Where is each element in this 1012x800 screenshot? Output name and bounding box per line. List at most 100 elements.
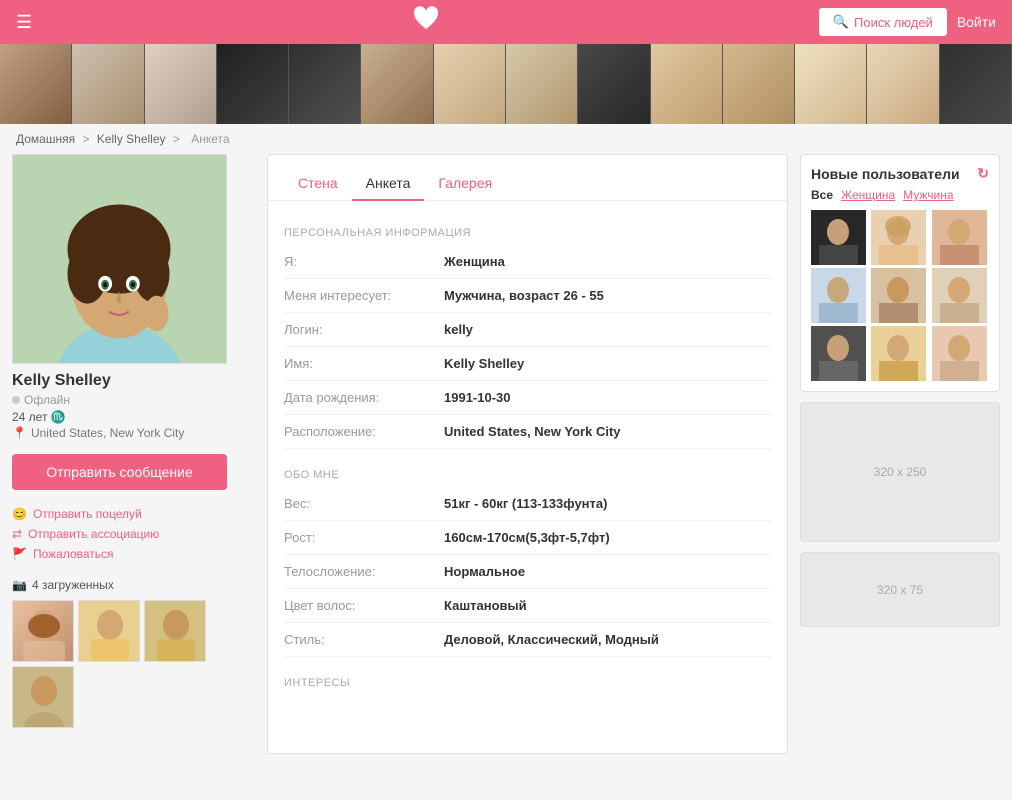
- new-user-thumb-7[interactable]: [811, 326, 866, 381]
- send-message-button[interactable]: Отправить сообщение: [12, 454, 227, 490]
- strip-photo-7[interactable]: [434, 44, 506, 124]
- interest-label: Меня интересует:: [284, 288, 444, 303]
- action-links: 😊 Отправить поцелуй ⇄ Отправить ассоциац…: [12, 504, 255, 564]
- new-user-thumb-3[interactable]: [932, 210, 987, 265]
- tab-profile[interactable]: Анкета: [352, 167, 425, 201]
- login-label: Логин:: [284, 322, 444, 337]
- user-age-sign: 24 лет ♏: [12, 410, 255, 424]
- location-icon: 📍: [12, 426, 27, 440]
- send-kiss-link[interactable]: 😊 Отправить поцелуй: [12, 504, 255, 524]
- tab-gallery[interactable]: Галерея: [424, 167, 506, 201]
- location-value: United States, New York City: [444, 424, 621, 439]
- new-user-thumb-1[interactable]: [811, 210, 866, 265]
- ad-small-label: 320 x 75: [877, 583, 923, 597]
- new-user-thumb-8[interactable]: [871, 326, 926, 381]
- location-text: United States, New York City: [31, 426, 184, 440]
- photo-thumb-2[interactable]: [78, 600, 140, 662]
- strip-photo-10[interactable]: [651, 44, 723, 124]
- menu-icon[interactable]: ☰: [16, 12, 32, 33]
- photos-section: 📷 4 загруженных: [12, 578, 255, 728]
- tab-wall[interactable]: Стена: [284, 167, 352, 201]
- complain-link[interactable]: 🚩 Пожаловаться: [12, 544, 255, 564]
- main-layout: Kelly Shelley Офлайн 24 лет ♏ 📍 United S…: [0, 154, 1012, 754]
- new-user-thumb-2[interactable]: [871, 210, 926, 265]
- new-user-thumb-6[interactable]: [932, 268, 987, 323]
- interest-row: Меня интересует: Мужчина, возраст 26 - 5…: [284, 279, 771, 313]
- birthday-value: 1991-10-30: [444, 390, 511, 405]
- style-value: Деловой, Классический, Модный: [444, 632, 659, 647]
- birthday-row: Дата рождения: 1991-10-30: [284, 381, 771, 415]
- association-icon: ⇄: [12, 527, 22, 541]
- filter-female[interactable]: Женщина: [841, 188, 895, 202]
- strip-photo-8[interactable]: [506, 44, 578, 124]
- breadcrumb-sep1: >: [82, 132, 89, 146]
- header: ☰ 🔍 Поиск людей Войти: [0, 0, 1012, 44]
- filter-links: Все Женщина Мужчина: [811, 188, 989, 202]
- photo-thumbnails: [12, 600, 255, 728]
- photo-thumb-3[interactable]: [144, 600, 206, 662]
- name-value: Kelly Shelley: [444, 356, 524, 371]
- send-association-link[interactable]: ⇄ Отправить ассоциацию: [12, 524, 255, 544]
- left-column: Kelly Shelley Офлайн 24 лет ♏ 📍 United S…: [12, 154, 267, 754]
- ad-large-label: 320 x 250: [874, 465, 927, 479]
- height-row: Рост: 160см-170см(5,3фт-5,7фт): [284, 521, 771, 555]
- login-button[interactable]: Войти: [957, 14, 996, 30]
- strip-photo-1[interactable]: .: [0, 44, 72, 124]
- breadcrumb-user[interactable]: Kelly Shelley: [97, 132, 166, 146]
- new-users-grid: [811, 210, 989, 381]
- strip-photo-6[interactable]: [361, 44, 433, 124]
- user-name: Kelly Shelley: [12, 372, 255, 390]
- strip-photo-13[interactable]: [867, 44, 939, 124]
- strip-photo-14[interactable]: [940, 44, 1012, 124]
- strip-photo-12[interactable]: [795, 44, 867, 124]
- strip-photo-2[interactable]: [72, 44, 144, 124]
- new-users-header: Новые пользователи ↻: [811, 165, 989, 182]
- profile-content: ПЕРСОНАЛЬНАЯ ИНФОРМАЦИЯ Я: Женщина Меня …: [268, 201, 787, 711]
- height-value: 160см-170см(5,3фт-5,7фт): [444, 530, 610, 545]
- complain-label: Пожаловаться: [33, 547, 114, 561]
- style-row: Стиль: Деловой, Классический, Модный: [284, 623, 771, 657]
- login-row: Логин: kelly: [284, 313, 771, 347]
- search-icon: 🔍: [833, 14, 849, 30]
- photo-thumb-4[interactable]: [12, 666, 74, 728]
- birthday-label: Дата рождения:: [284, 390, 444, 405]
- strip-photo-9[interactable]: [578, 44, 650, 124]
- ad-small: 320 x 75: [800, 552, 1000, 627]
- strip-photo-3[interactable]: [145, 44, 217, 124]
- hair-label: Цвет волос:: [284, 598, 444, 613]
- header-actions: 🔍 Поиск людей Войти: [819, 8, 996, 36]
- breadcrumb-home[interactable]: Домашняя: [16, 132, 75, 146]
- gender-value: Женщина: [444, 254, 505, 269]
- user-location: 📍 United States, New York City: [12, 426, 255, 440]
- hair-row: Цвет волос: Каштановый: [284, 589, 771, 623]
- search-label: Поиск людей: [854, 15, 933, 30]
- status-icon: [12, 396, 20, 404]
- strip-photo-4[interactable]: [217, 44, 289, 124]
- build-row: Телосложение: Нормальное: [284, 555, 771, 589]
- style-label: Стиль:: [284, 632, 444, 647]
- photo-thumb-1[interactable]: [12, 600, 74, 662]
- ad-large: 320 x 250: [800, 402, 1000, 542]
- login-value: kelly: [444, 322, 473, 337]
- new-user-thumb-4[interactable]: [811, 268, 866, 323]
- strip-photo-5[interactable]: [289, 44, 361, 124]
- weight-value: 51кг - 60кг (113-133фунта): [444, 496, 607, 511]
- user-status: Офлайн: [12, 393, 255, 407]
- height-label: Рост:: [284, 530, 444, 545]
- new-user-thumb-5[interactable]: [871, 268, 926, 323]
- gender-label: Я:: [284, 254, 444, 269]
- breadcrumb-sep2: >: [173, 132, 180, 146]
- strip-photo-11[interactable]: [723, 44, 795, 124]
- breadcrumb-page: Анкета: [191, 132, 229, 146]
- search-button[interactable]: 🔍 Поиск людей: [819, 8, 947, 36]
- filter-all[interactable]: Все: [811, 188, 833, 202]
- profile-tabs: Стена Анкета Галерея: [268, 155, 787, 201]
- center-column: Стена Анкета Галерея ПЕРСОНАЛЬНАЯ ИНФОРМ…: [267, 154, 788, 754]
- camera-icon: 📷: [12, 578, 27, 592]
- new-user-thumb-9[interactable]: [932, 326, 987, 381]
- breadcrumb: Домашняя > Kelly Shelley > Анкета: [0, 124, 1012, 154]
- interests-section-title: ИНТЕРЕСЫ: [284, 667, 771, 695]
- new-users-box: Новые пользователи ↻ Все Женщина Мужчина: [800, 154, 1000, 392]
- refresh-icon[interactable]: ↻: [977, 165, 989, 182]
- filter-male[interactable]: Мужчина: [903, 188, 953, 202]
